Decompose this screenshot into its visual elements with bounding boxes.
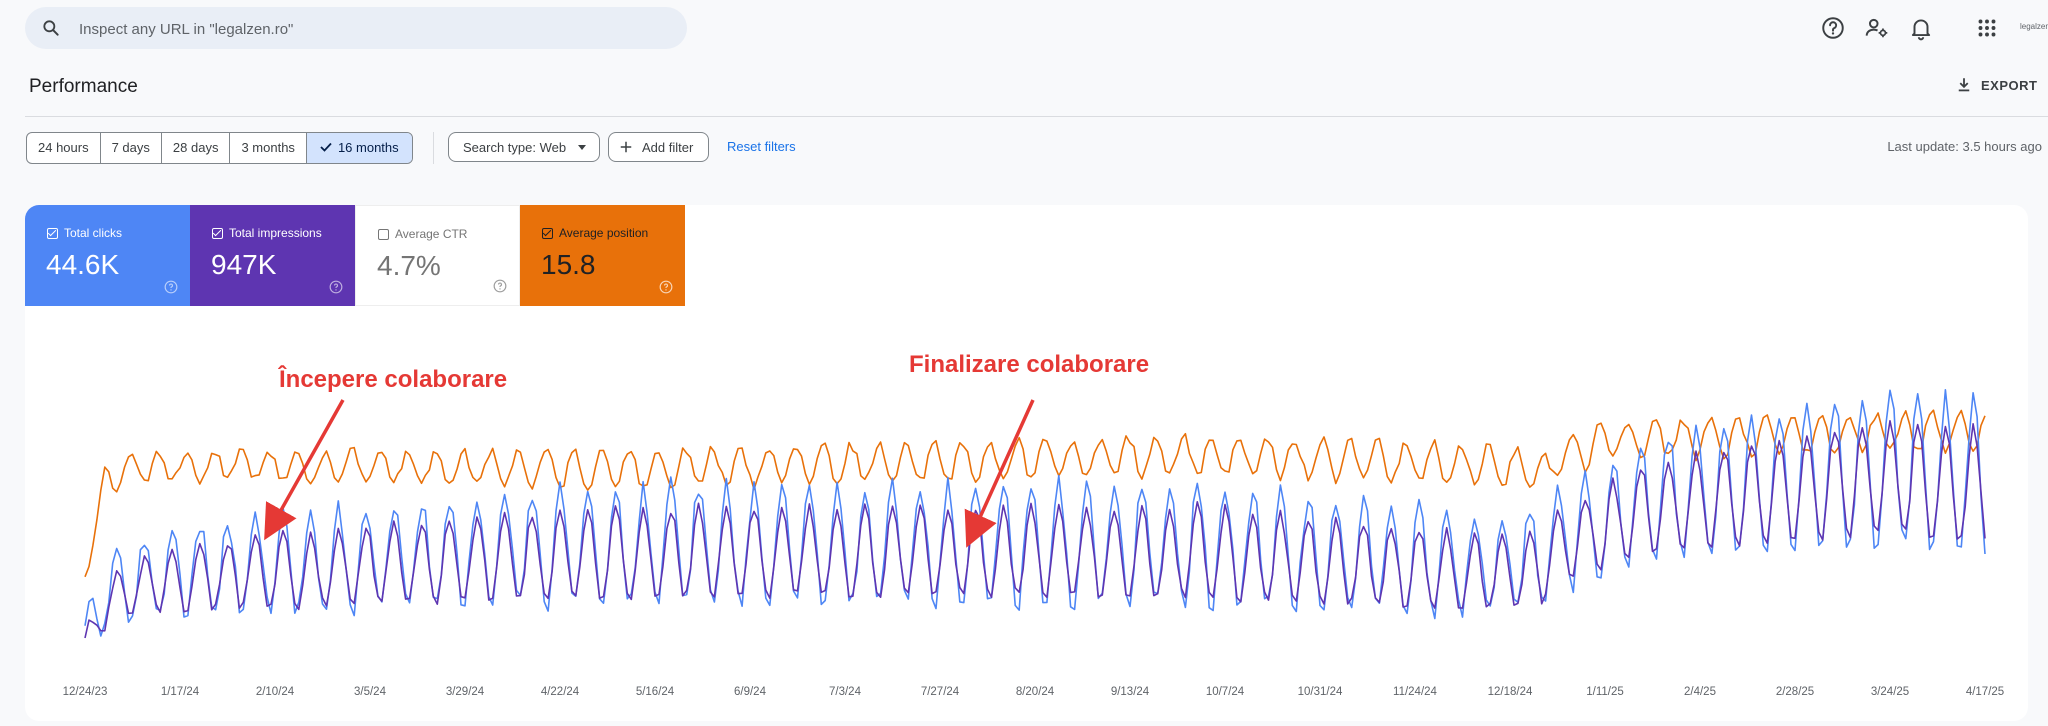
x-tick-label: 7/3/24 bbox=[829, 686, 862, 698]
annotation-end-label: Finalizare colaborare bbox=[909, 351, 1150, 378]
annotation-start-label: Începere colaborare bbox=[279, 366, 508, 393]
x-tick-label: 2/4/25 bbox=[1684, 686, 1716, 698]
x-tick-label: 1/11/25 bbox=[1586, 686, 1624, 698]
x-tick-label: 2/10/24 bbox=[256, 686, 295, 698]
x-tick-label: 1/17/24 bbox=[161, 686, 200, 698]
x-tick-label: 3/29/24 bbox=[446, 686, 485, 698]
x-tick-label: 9/13/24 bbox=[1111, 686, 1150, 698]
series-line-average-position bbox=[84, 409, 1986, 578]
x-tick-label: 4/17/25 bbox=[1966, 686, 2004, 698]
x-tick-label: 2/28/25 bbox=[1776, 686, 1814, 698]
x-tick-label: 4/22/24 bbox=[541, 686, 580, 698]
x-tick-label: 11/24/24 bbox=[1393, 686, 1438, 698]
x-tick-label: 3/5/24 bbox=[354, 686, 387, 698]
x-tick-label: 10/31/24 bbox=[1298, 686, 1343, 698]
x-tick-label: 3/24/25 bbox=[1871, 686, 1909, 698]
x-tick-label: 6/9/24 bbox=[734, 686, 767, 698]
series-line-total-clicks bbox=[84, 389, 1986, 637]
x-tick-label: 12/18/24 bbox=[1488, 686, 1533, 698]
x-tick-label: 5/16/24 bbox=[636, 686, 675, 698]
x-tick-label: 8/20/24 bbox=[1016, 686, 1055, 698]
annotation-start-arrow bbox=[264, 399, 345, 541]
x-tick-label: 7/27/24 bbox=[921, 686, 960, 698]
x-tick-label: 12/24/23 bbox=[63, 686, 108, 698]
x-tick-label: 10/7/24 bbox=[1206, 686, 1245, 698]
